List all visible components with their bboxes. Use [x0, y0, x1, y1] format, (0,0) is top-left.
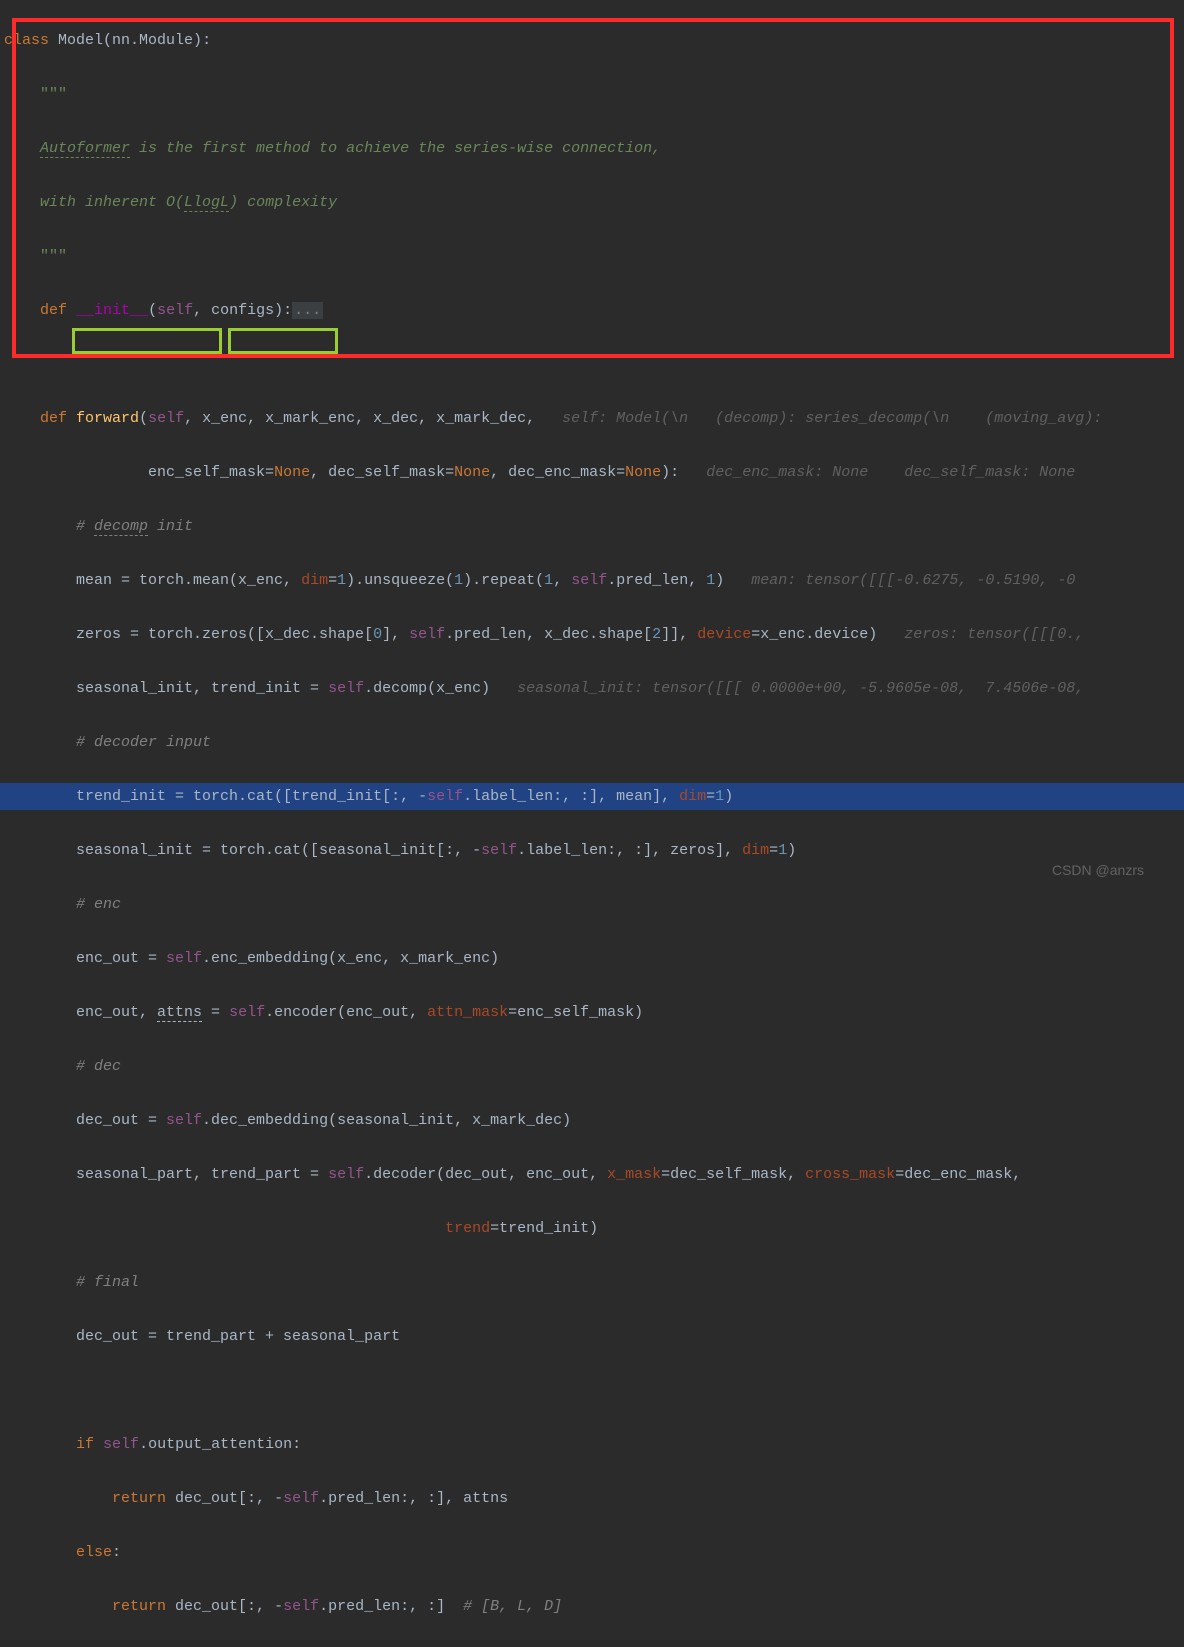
code-line: enc_self_mask=None, dec_self_mask=None, …	[0, 459, 1184, 486]
code-line: seasonal_part, trend_part = self.decoder…	[0, 1161, 1184, 1188]
code-line: def forward(self, x_enc, x_mark_enc, x_d…	[0, 405, 1184, 432]
code-line	[0, 1377, 1184, 1404]
code-line: if self.output_attention:	[0, 1431, 1184, 1458]
code-line: class Model(nn.Module):	[0, 27, 1184, 54]
code-line: # enc	[0, 891, 1184, 918]
code-line	[0, 351, 1184, 378]
code-line: """	[0, 243, 1184, 270]
code-line: mean = torch.mean(x_enc, dim=1).unsqueez…	[0, 567, 1184, 594]
code-fold-icon[interactable]: ...	[292, 302, 323, 319]
code-line: seasonal_init, trend_init = self.decomp(…	[0, 675, 1184, 702]
code-line: # decoder input	[0, 729, 1184, 756]
code-line-highlighted: trend_init = torch.cat([trend_init[:, -s…	[0, 783, 1184, 810]
watermark-csdn: CSDN @anzrs	[1052, 857, 1144, 884]
code-line: seasonal_init = torch.cat([seasonal_init…	[0, 837, 1184, 864]
code-line: with inherent O(LlogL) complexity	[0, 189, 1184, 216]
code-line: """	[0, 81, 1184, 108]
code-line: # dec	[0, 1053, 1184, 1080]
code-line: enc_out = self.enc_embedding(x_enc, x_ma…	[0, 945, 1184, 972]
code-line: enc_out, attns = self.encoder(enc_out, a…	[0, 999, 1184, 1026]
code-line: dec_out = trend_part + seasonal_part	[0, 1323, 1184, 1350]
code-line: else:	[0, 1539, 1184, 1566]
code-line: # decomp init	[0, 513, 1184, 540]
code-line: def __init__(self, configs):...	[0, 297, 1184, 324]
code-line: # final	[0, 1269, 1184, 1296]
code-line: return dec_out[:, -self.pred_len:, :] # …	[0, 1593, 1184, 1620]
code-line: trend=trend_init)	[0, 1215, 1184, 1242]
code-line: dec_out = self.dec_embedding(seasonal_in…	[0, 1107, 1184, 1134]
code-line: Autoformer is the first method to achiev…	[0, 135, 1184, 162]
code-editor[interactable]: class Model(nn.Module): """ Autoformer i…	[0, 0, 1184, 1647]
code-line: return dec_out[:, -self.pred_len:, :], a…	[0, 1485, 1184, 1512]
code-line: zeros = torch.zeros([x_dec.shape[0], sel…	[0, 621, 1184, 648]
